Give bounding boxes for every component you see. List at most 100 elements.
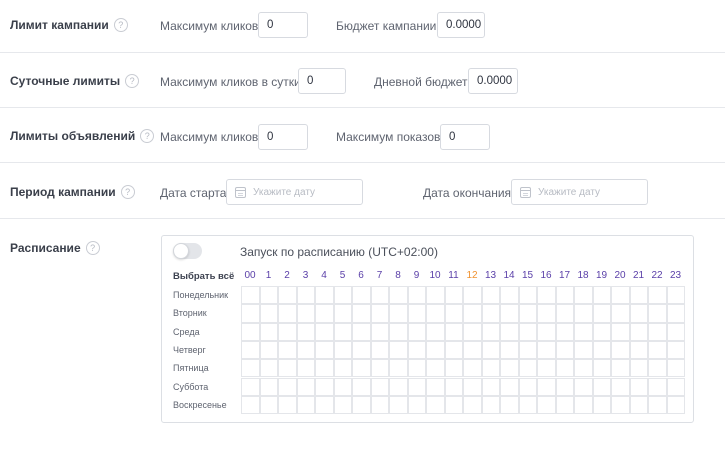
schedule-cell[interactable] (407, 340, 426, 360)
schedule-cell[interactable] (629, 286, 648, 305)
schedule-cell[interactable] (463, 359, 482, 378)
schedule-cell[interactable] (389, 322, 408, 341)
schedule-cell[interactable] (574, 395, 593, 415)
schedule-cell[interactable] (611, 322, 630, 341)
schedule-cell[interactable] (278, 340, 297, 360)
schedule-cell[interactable] (666, 340, 685, 360)
hour-header[interactable]: 3 (297, 270, 315, 281)
schedule-cell[interactable] (463, 340, 482, 360)
campaign-budget-input[interactable]: 0.0000 (437, 12, 485, 38)
help-icon[interactable]: ? (85, 241, 100, 255)
hour-header[interactable]: 16 (537, 270, 555, 281)
schedule-cell[interactable] (574, 322, 593, 341)
schedule-cell[interactable] (555, 286, 574, 305)
schedule-cell[interactable] (629, 322, 648, 341)
schedule-cell[interactable] (278, 359, 297, 378)
schedule-cell[interactable] (352, 340, 371, 360)
schedule-cell[interactable] (518, 322, 537, 341)
schedule-cell[interactable] (241, 340, 260, 360)
schedule-cell[interactable] (444, 304, 463, 323)
schedule-cell[interactable] (389, 340, 408, 360)
schedule-cell[interactable] (370, 359, 389, 378)
schedule-cell[interactable] (592, 377, 611, 396)
schedule-cell[interactable] (481, 395, 500, 415)
schedule-cell[interactable] (629, 377, 648, 396)
schedule-cell[interactable] (574, 340, 593, 360)
schedule-cell[interactable] (259, 359, 278, 378)
schedule-cell[interactable] (259, 304, 278, 323)
schedule-cell[interactable] (444, 359, 463, 378)
schedule-cell[interactable] (389, 359, 408, 378)
end-date-input[interactable]: Укажите дату (511, 179, 648, 205)
hour-header[interactable]: 4 (315, 270, 333, 281)
schedule-cell[interactable] (500, 304, 519, 323)
schedule-cell[interactable] (611, 304, 630, 323)
schedule-cell[interactable] (648, 377, 667, 396)
schedule-cell[interactable] (629, 340, 648, 360)
schedule-cell[interactable] (648, 395, 667, 415)
day-label[interactable]: Четверг (173, 345, 206, 355)
schedule-cell[interactable] (370, 322, 389, 341)
schedule-cell[interactable] (629, 395, 648, 415)
schedule-cell[interactable] (500, 340, 519, 360)
hour-header[interactable]: 23 (667, 270, 685, 281)
schedule-cell[interactable] (278, 322, 297, 341)
schedule-cell[interactable] (278, 377, 297, 396)
schedule-cell[interactable] (352, 304, 371, 323)
schedule-cell[interactable] (241, 395, 260, 415)
schedule-cell[interactable] (426, 359, 445, 378)
schedule-cell[interactable] (389, 377, 408, 396)
schedule-cell[interactable] (370, 286, 389, 305)
schedule-cell[interactable] (463, 286, 482, 305)
schedule-cell[interactable] (648, 286, 667, 305)
schedule-cell[interactable] (500, 359, 519, 378)
schedule-cell[interactable] (296, 322, 315, 341)
schedule-cell[interactable] (296, 359, 315, 378)
schedule-cell[interactable] (407, 304, 426, 323)
hour-header[interactable]: 00 (241, 270, 259, 281)
schedule-cell[interactable] (296, 377, 315, 396)
schedule-cell[interactable] (315, 377, 334, 396)
schedule-cell[interactable] (333, 304, 352, 323)
schedule-cell[interactable] (666, 395, 685, 415)
hour-header[interactable]: 6 (352, 270, 370, 281)
schedule-cell[interactable] (296, 286, 315, 305)
schedule-cell[interactable] (407, 359, 426, 378)
help-icon[interactable]: ? (125, 74, 140, 88)
day-label[interactable]: Суббота (173, 382, 208, 392)
hour-header[interactable]: 22 (648, 270, 666, 281)
schedule-cell[interactable] (370, 377, 389, 396)
schedule-cell[interactable] (278, 395, 297, 415)
schedule-cell[interactable] (611, 286, 630, 305)
schedule-cell[interactable] (259, 395, 278, 415)
schedule-cell[interactable] (259, 340, 278, 360)
schedule-cell[interactable] (352, 377, 371, 396)
schedule-cell[interactable] (315, 395, 334, 415)
hour-header[interactable]: 19 (593, 270, 611, 281)
schedule-cell[interactable] (629, 359, 648, 378)
schedule-cell[interactable] (352, 359, 371, 378)
schedule-cell[interactable] (370, 340, 389, 360)
schedule-cell[interactable] (611, 340, 630, 360)
daily-budget-input[interactable]: 0.0000 (468, 68, 518, 94)
schedule-cell[interactable] (555, 340, 574, 360)
schedule-cell[interactable] (370, 304, 389, 323)
schedule-cell[interactable] (315, 322, 334, 341)
schedule-cell[interactable] (333, 395, 352, 415)
hour-header[interactable]: 17 (556, 270, 574, 281)
schedule-cell[interactable] (574, 359, 593, 378)
hour-header[interactable]: 9 (408, 270, 426, 281)
schedule-cell[interactable] (537, 359, 556, 378)
hour-header[interactable]: 2 (278, 270, 296, 281)
help-icon[interactable]: ? (140, 129, 155, 143)
day-label[interactable]: Среда (173, 327, 200, 337)
schedule-cell[interactable] (481, 322, 500, 341)
select-all-button[interactable]: Выбрать всё (173, 271, 234, 282)
hour-header[interactable]: 21 (630, 270, 648, 281)
schedule-cell[interactable] (315, 359, 334, 378)
hour-header[interactable]: 14 (500, 270, 518, 281)
schedule-cell[interactable] (518, 304, 537, 323)
schedule-cell[interactable] (518, 286, 537, 305)
schedule-cell[interactable] (259, 377, 278, 396)
schedule-cell[interactable] (426, 340, 445, 360)
